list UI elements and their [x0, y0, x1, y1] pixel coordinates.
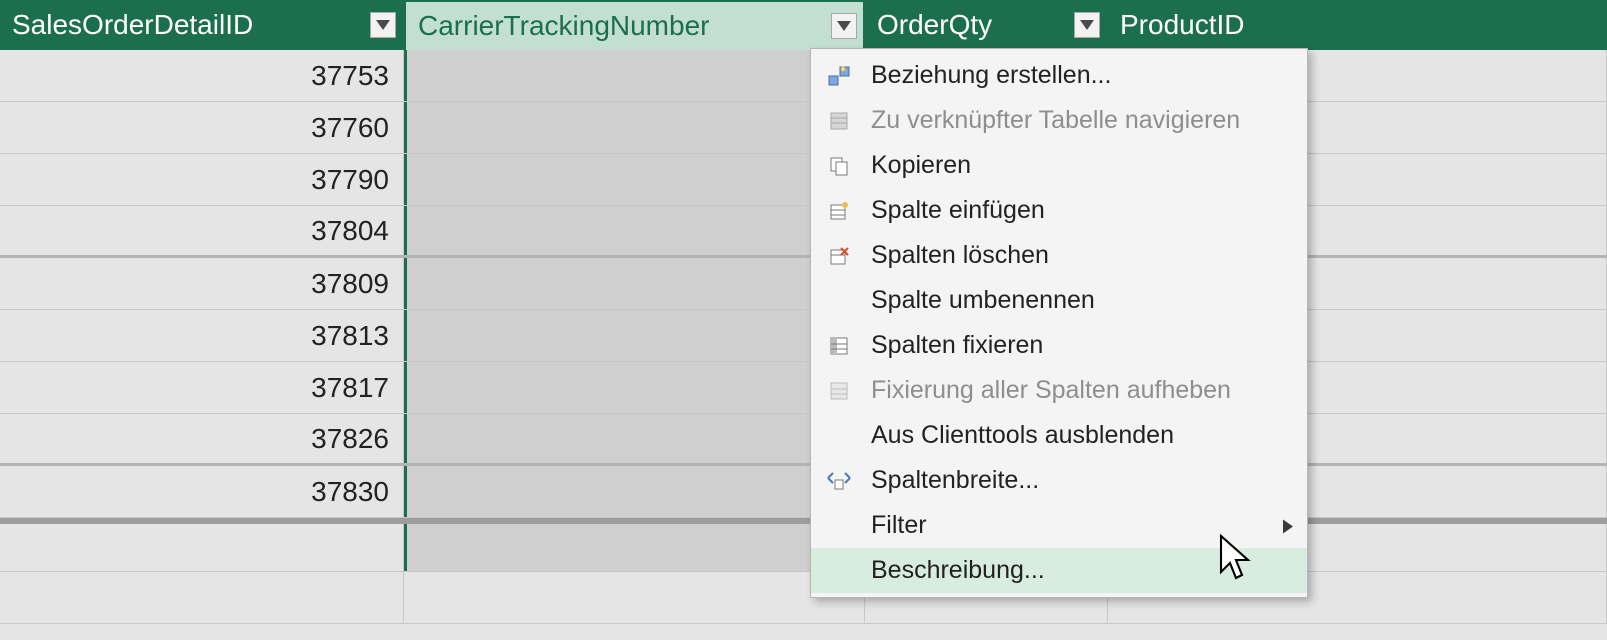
cell-carriertrackingnumber[interactable] — [404, 362, 865, 413]
table-row[interactable] — [0, 572, 1607, 624]
freeze-icon — [825, 332, 853, 360]
menu-item-label: Beschreibung... — [871, 556, 1045, 585]
column-header-carriertrackingnumber[interactable]: CarrierTrackingNumber — [404, 0, 865, 50]
column-header-row: SalesOrderDetailID CarrierTrackingNumber… — [0, 0, 1607, 50]
column-width-icon — [825, 467, 853, 495]
menu-item-label: Spalte umbenennen — [871, 286, 1095, 315]
submenu-arrow-icon — [1283, 511, 1293, 540]
filter-dropdown-icon[interactable] — [831, 13, 857, 39]
table-row[interactable]: 37813 — [0, 310, 1607, 362]
cell-salesorderdetailid[interactable]: 37826 — [0, 414, 404, 463]
data-grid: SalesOrderDetailID CarrierTrackingNumber… — [0, 0, 1607, 640]
cell-carriertrackingnumber[interactable] — [404, 154, 865, 205]
cell-carriertrackingnumber[interactable] — [404, 50, 865, 101]
summary-row: DIFF%: (leer) — [0, 518, 1607, 572]
table-row[interactable]: 37826 — [0, 414, 1607, 466]
cell-salesorderdetailid[interactable]: 37830 — [0, 466, 404, 517]
column-header-label: CarrierTrackingNumber — [418, 10, 709, 42]
cell-salesorderdetailid[interactable]: 37817 — [0, 362, 404, 413]
cell-salesorderdetailid[interactable]: 37790 — [0, 154, 404, 205]
cell-salesorderdetailid[interactable]: 37809 — [0, 258, 404, 309]
column-header-label: OrderQty — [877, 9, 992, 41]
relationship-icon — [825, 62, 853, 90]
menu-item-label: Spalten fixieren — [871, 331, 1043, 360]
cell-carriertrackingnumber[interactable] — [404, 466, 865, 517]
menu-item-create-relationship[interactable]: Beziehung erstellen... — [811, 53, 1307, 98]
cell-salesorderdetailid[interactable]: 37804 — [0, 206, 404, 255]
insert-column-icon — [825, 197, 853, 225]
menu-item-label: Spalten löschen — [871, 241, 1049, 270]
table-row[interactable]: 37804 — [0, 206, 1607, 258]
menu-item-label: Kopieren — [871, 151, 971, 180]
mouse-cursor-icon — [1218, 533, 1254, 588]
cell-salesorderdetailid[interactable]: 37760 — [0, 102, 404, 153]
menu-item-label: Spaltenbreite... — [871, 466, 1039, 495]
empty-cell[interactable] — [0, 572, 404, 623]
menu-item-label: Zu verknüpfter Tabelle navigieren — [871, 106, 1240, 135]
table-row[interactable]: 37809 — [0, 258, 1607, 310]
filter-dropdown-icon[interactable] — [370, 12, 396, 38]
menu-item-unfreeze-all: Fixierung aller Spalten aufheben — [811, 368, 1307, 413]
column-header-label: SalesOrderDetailID — [12, 9, 253, 41]
menu-item-navigate-linked-table: Zu verknüpfter Tabelle navigieren — [811, 98, 1307, 143]
column-header-orderqty[interactable]: OrderQty — [865, 0, 1108, 50]
linked-table-icon — [825, 107, 853, 135]
table-row[interactable]: 37753 — [0, 50, 1607, 102]
cell-carriertrackingnumber[interactable] — [404, 310, 865, 361]
cell-carriertrackingnumber[interactable] — [404, 414, 865, 463]
summary-cell[interactable] — [0, 524, 404, 571]
table-row[interactable]: 37790 — [0, 154, 1607, 206]
menu-item-delete-columns[interactable]: Spalten löschen — [811, 233, 1307, 278]
cell-salesorderdetailid[interactable]: 37753 — [0, 50, 404, 101]
cell-carriertrackingnumber[interactable] — [404, 258, 865, 309]
menu-item-rename-column[interactable]: Spalte umbenennen — [811, 278, 1307, 323]
menu-item-label: Beziehung erstellen... — [871, 61, 1111, 90]
menu-item-copy[interactable]: Kopieren — [811, 143, 1307, 188]
table-row[interactable]: 37760 — [0, 102, 1607, 154]
menu-item-label: Filter — [871, 511, 927, 540]
delete-column-icon — [825, 242, 853, 270]
unfreeze-icon — [825, 377, 853, 405]
cell-salesorderdetailid[interactable]: 37813 — [0, 310, 404, 361]
menu-item-column-width[interactable]: Spaltenbreite... — [811, 458, 1307, 503]
cell-carriertrackingnumber[interactable] — [404, 206, 865, 255]
empty-cell[interactable] — [404, 572, 865, 623]
filter-dropdown-icon[interactable] — [1074, 12, 1100, 38]
menu-item-hide-from-client-tools[interactable]: Aus Clienttools ausblenden — [811, 413, 1307, 458]
menu-item-label: Aus Clienttools ausblenden — [871, 421, 1174, 450]
table-row[interactable]: 37830 — [0, 466, 1607, 518]
cell-carriertrackingnumber[interactable] — [404, 102, 865, 153]
column-header-productid[interactable]: ProductID — [1108, 0, 1607, 50]
menu-item-freeze-columns[interactable]: Spalten fixieren — [811, 323, 1307, 368]
column-context-menu: Beziehung erstellen... Zu verknüpfter Ta… — [810, 48, 1308, 598]
menu-item-insert-column[interactable]: Spalte einfügen — [811, 188, 1307, 233]
summary-cell[interactable] — [404, 524, 865, 571]
menu-item-label: Fixierung aller Spalten aufheben — [871, 376, 1231, 405]
table-row[interactable]: 37817 — [0, 362, 1607, 414]
column-header-salesorderdetailid[interactable]: SalesOrderDetailID — [0, 0, 404, 50]
copy-icon — [825, 152, 853, 180]
menu-item-label: Spalte einfügen — [871, 196, 1045, 225]
column-header-label: ProductID — [1120, 9, 1245, 41]
